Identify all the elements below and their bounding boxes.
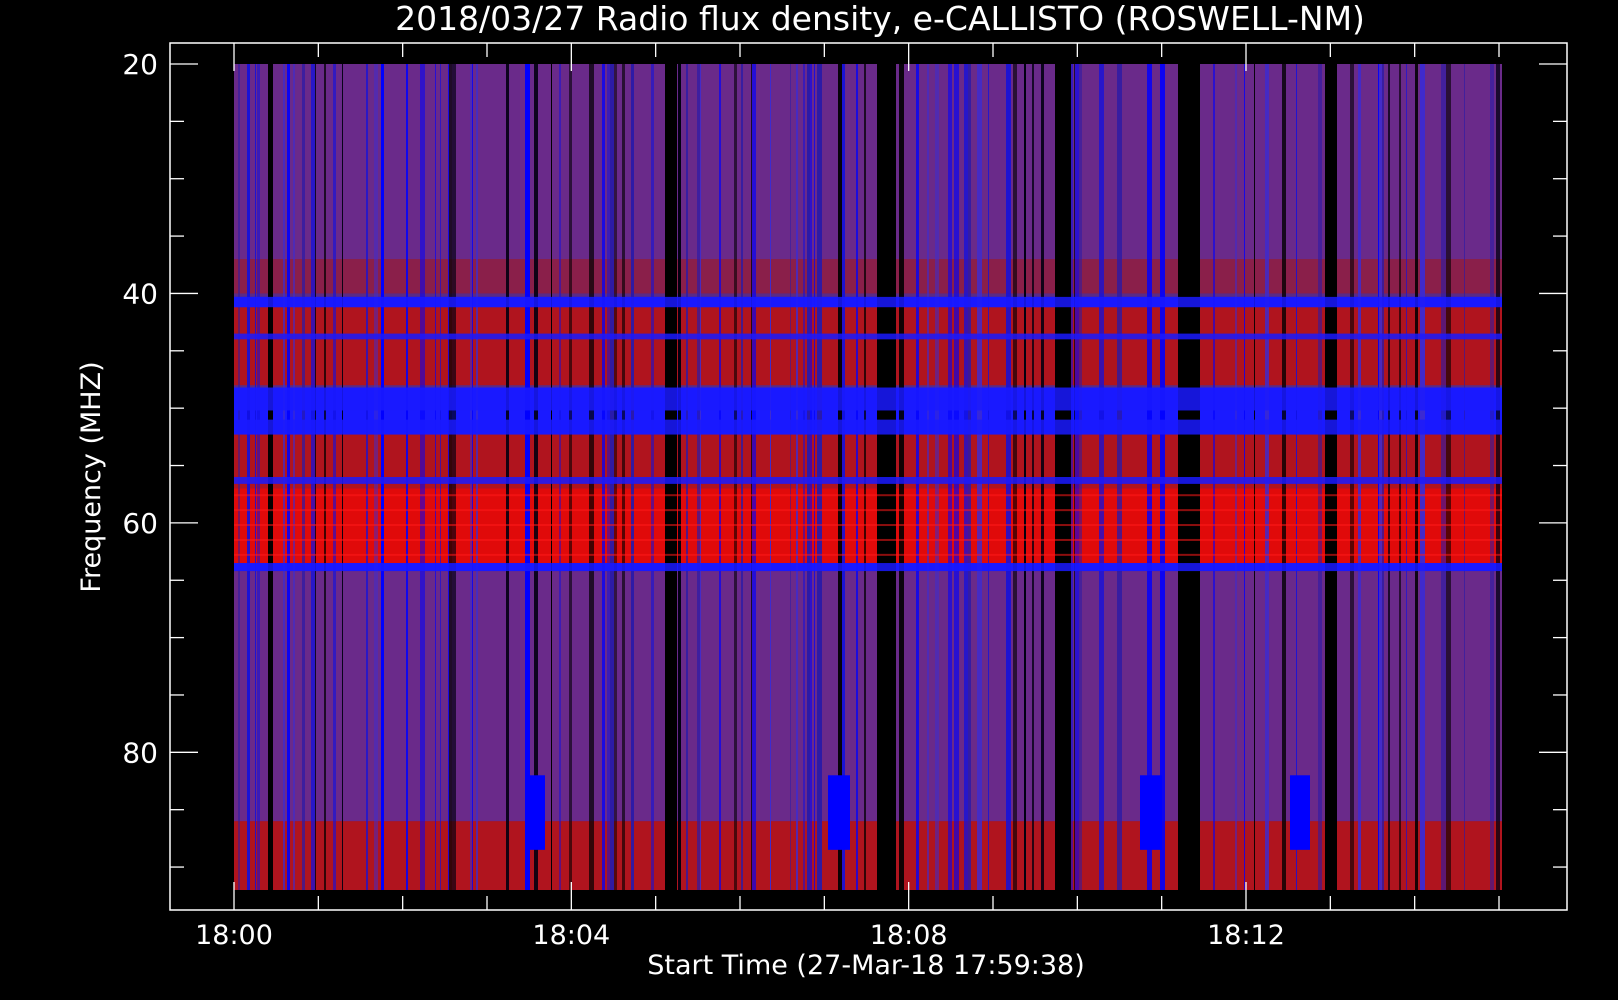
heatmap-band xyxy=(234,477,1502,484)
x-tick-labels: 18:00 18:04 18:08 18:12 xyxy=(195,920,1285,951)
heatmap-band xyxy=(234,333,1502,340)
heatmap-area xyxy=(234,64,1502,890)
heatmap-patch xyxy=(1290,775,1310,850)
heatmap-band xyxy=(234,509,1502,512)
heatmap-band xyxy=(234,387,1502,411)
x-tick-label: 18:00 xyxy=(195,920,273,951)
heatmap-patch xyxy=(525,775,545,850)
heatmap-patch xyxy=(1140,775,1162,850)
x-tick-label: 18:04 xyxy=(532,920,610,951)
x-tick-label: 18:12 xyxy=(1207,920,1285,951)
heatmap-band xyxy=(234,538,1502,541)
heatmap-band xyxy=(234,563,1502,572)
y-tick-label: 40 xyxy=(122,277,158,310)
heatmap-band xyxy=(234,296,1502,308)
y-tick-label: 80 xyxy=(122,736,158,769)
y-axis-label: Frequency (MHZ) xyxy=(76,361,107,592)
y-tick-labels: 20 40 60 80 xyxy=(122,48,158,769)
y-tick-label: 20 xyxy=(122,48,158,81)
heatmap-band xyxy=(234,419,1502,435)
y-tick-label: 60 xyxy=(122,507,158,540)
x-tick-label: 18:08 xyxy=(870,920,948,951)
heatmap-band xyxy=(234,553,1502,556)
heatmap-band xyxy=(234,494,1502,497)
x-axis-label: Start Time (27-Mar-18 17:59:38) xyxy=(647,950,1085,981)
chart-title: 2018/03/27 Radio flux density, e-CALLIST… xyxy=(395,0,1365,38)
heatmap-patch xyxy=(828,775,850,850)
spectrogram-chart: 2018/03/27 Radio flux density, e-CALLIST… xyxy=(76,0,1568,981)
heatmap-band xyxy=(234,524,1502,527)
